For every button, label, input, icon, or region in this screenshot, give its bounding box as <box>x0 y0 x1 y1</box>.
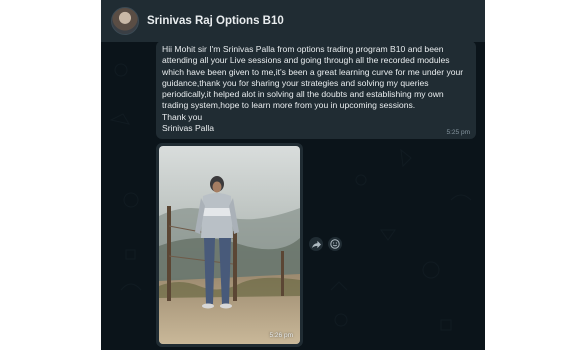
forward-icon[interactable] <box>309 237 323 251</box>
message-bubble-text[interactable]: Hii Mohit sir I'm Srinivas Palla from op… <box>156 41 476 139</box>
photo-image <box>159 146 300 344</box>
contact-name[interactable]: Srinivas Raj Options B10 <box>147 15 284 27</box>
message-body: Hii Mohit sir I'm Srinivas Palla from op… <box>162 44 464 134</box>
chat-header[interactable]: Srinivas Raj Options B10 <box>101 0 485 42</box>
message-timestamp: 5:25 pm <box>446 129 471 136</box>
chat-window: Srinivas Raj Options B10 Hii Mohit sir I… <box>101 0 485 350</box>
contact-avatar[interactable] <box>111 7 139 35</box>
message-bubble-image[interactable]: 5:26 pm <box>156 143 303 347</box>
emoji-icon[interactable] <box>328 237 342 251</box>
photo-attachment[interactable]: 5:26 pm <box>159 146 300 344</box>
image-timestamp: 5:26 pm <box>269 332 294 339</box>
